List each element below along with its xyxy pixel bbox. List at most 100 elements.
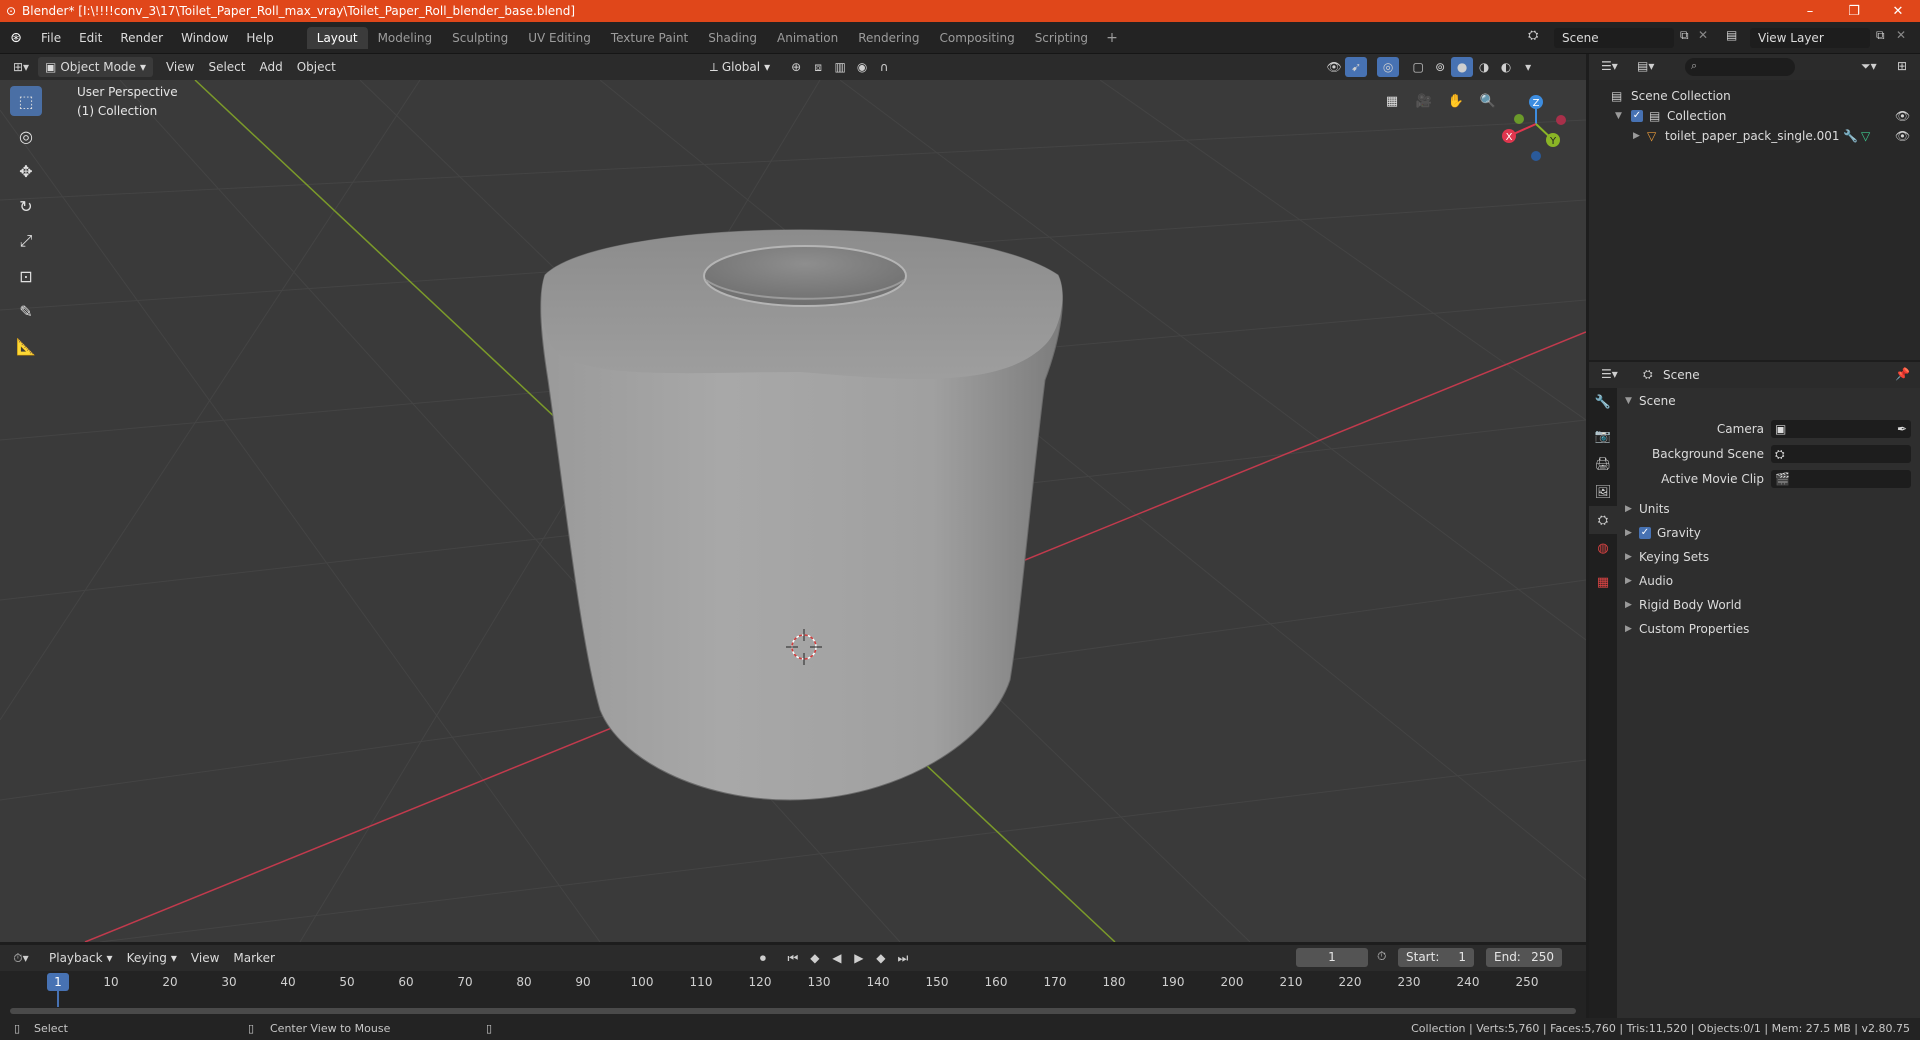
timeline-ruler[interactable]: 10 20 30 40 50 60 70 80 90 100 110 120 130 140 150 160 1…	[0, 971, 1586, 993]
scene-remove-icon[interactable]: ✕	[1698, 28, 1708, 42]
view-layer-icon[interactable]: ▤	[1726, 28, 1737, 42]
outliner-row-collection[interactable]: ▼ ✓ ▤ Collection 👁	[1589, 106, 1920, 126]
menu-edit[interactable]: Edit	[70, 27, 111, 49]
play-icon[interactable]: ▶	[848, 948, 870, 968]
transform-tool-icon[interactable]: ⊡	[10, 261, 42, 291]
collection-checkbox[interactable]: ✓	[1631, 110, 1643, 122]
gravity-checkbox[interactable]: ✓	[1639, 527, 1651, 539]
tab-sculpting[interactable]: Sculpting	[442, 27, 518, 49]
panel-rigid-body-world[interactable]: ▶ Rigid Body World	[1617, 594, 1920, 616]
record-icon[interactable]: ⏺	[752, 948, 774, 968]
timeline-scrollbar[interactable]	[10, 1008, 1576, 1014]
overlay-toggle-icon[interactable]: ◎	[1377, 57, 1400, 77]
viewport-menu-object[interactable]: Object	[290, 57, 343, 77]
measure-tool-icon[interactable]: 📐	[10, 331, 42, 361]
scene-new-icon[interactable]: ⧉	[1680, 28, 1689, 43]
timeline-editor-icon[interactable]: ⏱▾	[10, 948, 32, 968]
jump-keyframe-forward-icon[interactable]: ◆	[870, 948, 892, 968]
filter-icon[interactable]: ⏷▾	[1861, 59, 1877, 74]
mode-dropdown[interactable]: ▣ Object Mode ▾	[38, 57, 153, 77]
snap-target-icon[interactable]: ▥	[829, 57, 851, 77]
scene-name-field[interactable]: Scene	[1554, 28, 1674, 48]
outliner-search-input[interactable]: ⌕	[1685, 58, 1795, 76]
toilet-paper-roll-object[interactable]	[540, 229, 1063, 801]
stopwatch-icon[interactable]: ⏱	[1377, 949, 1386, 964]
tab-uv-editing[interactable]: UV Editing	[518, 27, 601, 49]
world-tab-icon[interactable]: ◍	[1589, 534, 1617, 562]
outliner-row-scene-collection[interactable]: ▤ Scene Collection	[1589, 86, 1920, 106]
transform-orientation-dropdown[interactable]: ⟂ Global ▾	[703, 57, 777, 77]
solid-shading-icon[interactable]: ●	[1451, 57, 1474, 77]
timeline-menu-keying[interactable]: Keying ▾	[120, 948, 184, 968]
maximize-button[interactable]: ❐	[1832, 0, 1876, 22]
tab-layout[interactable]: Layout	[306, 26, 368, 49]
mesh-data-icon[interactable]: ▽	[1861, 126, 1870, 146]
modifier-wrench-icon[interactable]: 🔧	[1843, 126, 1858, 146]
eye-icon[interactable]: 👁	[1895, 106, 1910, 126]
visibility-icon[interactable]: 👁	[1323, 57, 1345, 77]
zoom-icon[interactable]: 🔍	[1475, 88, 1501, 114]
falloff-icon[interactable]: ∩	[873, 57, 895, 77]
tab-rendering[interactable]: Rendering	[848, 27, 929, 49]
tool-tab-icon[interactable]: 🔧	[1589, 388, 1617, 416]
panel-gravity[interactable]: ▶ ✓ Gravity	[1617, 522, 1920, 544]
timeline-area[interactable]: 10 20 30 40 50 60 70 80 90 100 110 120 130 140 150 160 1…	[0, 971, 1586, 1018]
start-frame-field[interactable]: Start: 1	[1398, 948, 1474, 967]
playhead[interactable]: 1	[47, 973, 69, 991]
pin-icon[interactable]: 📌	[1895, 367, 1910, 381]
xray-icon[interactable]: ▢	[1407, 57, 1429, 77]
view-layer-remove-icon[interactable]: ✕	[1896, 28, 1906, 42]
minimize-button[interactable]: –	[1788, 0, 1832, 22]
jump-end-icon[interactable]: ⏭	[892, 948, 914, 968]
select-box-tool-icon[interactable]: ⬚	[10, 86, 42, 116]
camera-view-icon[interactable]: 🎥	[1411, 88, 1437, 114]
outliner-editor-icon[interactable]: ☰▾	[1601, 59, 1618, 73]
timeline-menu-marker[interactable]: Marker	[226, 948, 281, 968]
eyedropper-icon[interactable]: ✒	[1897, 418, 1907, 440]
jump-keyframe-back-icon[interactable]: ◆	[804, 948, 826, 968]
render-tab-icon[interactable]: 📷	[1589, 422, 1617, 450]
play-reverse-icon[interactable]: ◀	[826, 948, 848, 968]
editor-type-icon[interactable]: ⊞▾	[10, 57, 32, 77]
menu-render[interactable]: Render	[111, 27, 172, 49]
tab-scripting[interactable]: Scripting	[1025, 27, 1098, 49]
end-frame-field[interactable]: End: 250	[1486, 948, 1562, 967]
tab-texture-paint[interactable]: Texture Paint	[601, 27, 698, 49]
pan-hand-icon[interactable]: ✋	[1443, 88, 1469, 114]
rendered-shading-icon[interactable]: ◐	[1495, 57, 1517, 77]
wireframe-shading-icon[interactable]: ⊚	[1429, 57, 1451, 77]
pivot-point-icon[interactable]: ⊕	[785, 57, 807, 77]
gizmo-toggle-icon[interactable]: ➹	[1345, 57, 1368, 77]
cursor-tool-icon[interactable]: ◎	[10, 121, 42, 151]
timeline-menu-playback[interactable]: Playback ▾	[42, 948, 120, 968]
close-button[interactable]: ✕	[1876, 0, 1920, 22]
scene-section-header[interactable]: ▼ Scene	[1617, 390, 1920, 412]
outliner-row-object[interactable]: ▶ ▽ toilet_paper_pack_single.001 🔧 ▽ 👁	[1589, 126, 1920, 146]
move-tool-icon[interactable]: ✥	[10, 156, 42, 186]
view-layer-tab-icon[interactable]: 🖼	[1589, 478, 1617, 506]
movie-clip-field[interactable]: 🎬	[1771, 470, 1911, 488]
scale-tool-icon[interactable]: ⤢	[10, 226, 42, 256]
scene-tab-icon[interactable]: ⛭	[1589, 506, 1617, 534]
panel-audio[interactable]: ▶ Audio	[1617, 570, 1920, 592]
tab-animation[interactable]: Animation	[767, 27, 848, 49]
viewport-menu-add[interactable]: Add	[252, 57, 289, 77]
background-scene-field[interactable]: ⛭	[1771, 445, 1911, 463]
panel-units[interactable]: ▶ Units	[1617, 498, 1920, 520]
menu-window[interactable]: Window	[172, 27, 237, 49]
annotate-tool-icon[interactable]: ✎	[10, 296, 42, 326]
panel-custom-properties[interactable]: ▶ Custom Properties	[1617, 618, 1920, 640]
scene-selector-icon[interactable]: ⛭	[1528, 28, 1538, 43]
menu-help[interactable]: Help	[237, 27, 282, 49]
panel-keying-sets[interactable]: ▶ Keying Sets	[1617, 546, 1920, 568]
material-shading-icon[interactable]: ◑	[1473, 57, 1495, 77]
snap-icon[interactable]: ⧈	[807, 57, 829, 77]
shading-options-icon[interactable]: ▾	[1517, 57, 1539, 77]
blender-menu-icon[interactable]: ⊛	[0, 30, 32, 46]
output-tab-icon[interactable]: 🖨	[1589, 450, 1617, 478]
rotate-tool-icon[interactable]: ↻	[10, 191, 42, 221]
properties-editor-icon[interactable]: ☰▾	[1601, 367, 1618, 381]
tab-shading[interactable]: Shading	[698, 27, 767, 49]
viewport-menu-select[interactable]: Select	[201, 57, 252, 77]
current-frame-field[interactable]: 1	[1296, 948, 1368, 967]
